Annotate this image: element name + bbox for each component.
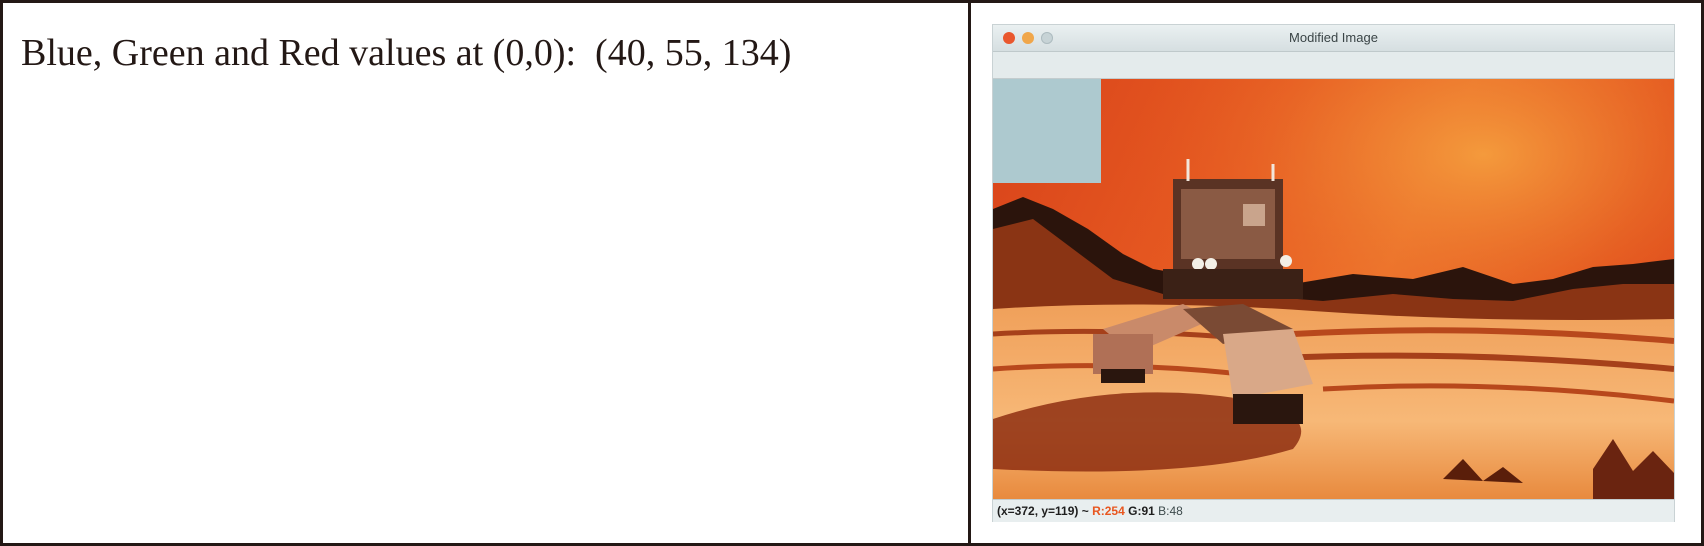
modified-region-patch (993, 79, 1101, 183)
displayed-image[interactable] (993, 79, 1674, 499)
console-output-panel: Blue, Green and Red values at (0,0): (40… (3, 3, 968, 543)
cursor-coordinates: (x=372, y=119) ~ (997, 504, 1093, 518)
console-output-text: Blue, Green and Red values at (0,0): (40… (21, 32, 792, 74)
red-value: R:254 (1092, 504, 1125, 518)
image-window[interactable]: Modified Image (x=372, y=119) ~ R:254 G:… (993, 25, 1674, 522)
pixel-readout: (x=372, y=119) ~ R:254 G:91 B:48 (997, 504, 1183, 518)
image-viewer-panel: Modified Image (x=372, y=119) ~ R:254 G:… (971, 3, 1701, 543)
blue-value: B:48 (1154, 504, 1183, 518)
window-title: Modified Image (1289, 30, 1378, 45)
pixel-status-bar: (x=372, y=119) ~ R:254 G:91 B:48 (993, 499, 1674, 522)
window-titlebar[interactable]: Modified Image (993, 25, 1674, 52)
green-value: G:91 (1124, 504, 1155, 518)
window-toolbar (993, 52, 1674, 79)
